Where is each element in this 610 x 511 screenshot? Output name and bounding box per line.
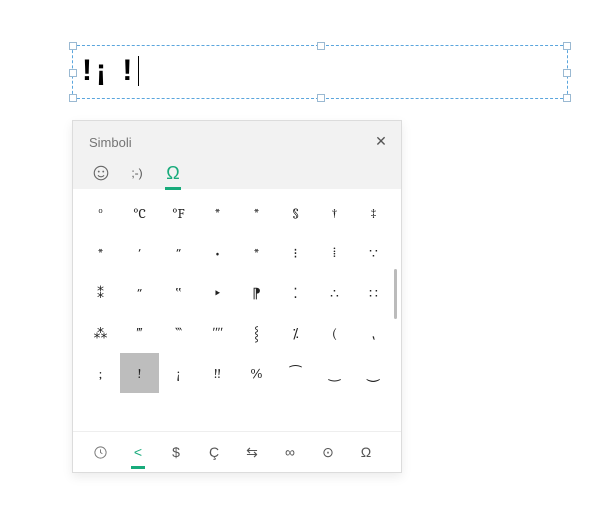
- symbol-cell[interactable]: *: [237, 233, 276, 273]
- symbol-cell[interactable]: ⁞: [315, 233, 354, 273]
- symbol-cell[interactable]: ‿: [315, 353, 354, 393]
- panel-header: Simboli ✕ ;-) Ω: [73, 121, 401, 189]
- symbol-cell[interactable]: (: [315, 313, 354, 353]
- symbol-cell[interactable]: °C: [120, 193, 159, 233]
- tab-symbols[interactable]: Ω: [155, 157, 191, 189]
- tab-emoji[interactable]: [83, 157, 119, 189]
- symbol-cell[interactable]: ⏝: [354, 353, 393, 393]
- close-icon: ✕: [375, 133, 387, 150]
- category-recent[interactable]: [81, 436, 119, 468]
- symbol-cell[interactable]: [276, 393, 315, 431]
- symbol-cell[interactable]: ⁝: [276, 233, 315, 273]
- symbol-cell[interactable]: •: [198, 233, 237, 273]
- symbol-grid: ᵒ°C°F**§†‡*′″•*⁝⁞∵⁑″‟‣⁋⁚∴∷⁂‴‷ʺʺ⸾⁒(⹁;!¡‼%…: [73, 189, 401, 431]
- symbol-cell[interactable]: ;: [81, 353, 120, 393]
- symbol-cell[interactable]: [81, 393, 120, 431]
- resize-handle[interactable]: [563, 94, 571, 102]
- category-item[interactable]: ⇆: [233, 436, 271, 468]
- symbol-cell[interactable]: ʺʺ: [198, 313, 237, 353]
- symbol-cell[interactable]: ‼: [198, 353, 237, 393]
- resize-handle[interactable]: [317, 94, 325, 102]
- symbol-cell[interactable]: [315, 393, 354, 431]
- resize-handle[interactable]: [69, 42, 77, 50]
- tab-kaomoji[interactable]: ;-): [119, 157, 155, 189]
- symbol-cell[interactable]: ″: [120, 273, 159, 313]
- resize-handle[interactable]: [563, 42, 571, 50]
- symbol-cell[interactable]: ∷: [354, 273, 393, 313]
- tab-bar: ;-) Ω: [83, 157, 191, 189]
- smiley-icon: [92, 164, 110, 182]
- category-item[interactable]: ∞: [271, 436, 309, 468]
- symbol-cell[interactable]: ¡: [159, 353, 198, 393]
- text-cursor: [138, 56, 139, 86]
- text-content[interactable]: !¡ !: [78, 54, 136, 88]
- symbol-cell[interactable]: ⁚: [276, 273, 315, 313]
- scrollbar[interactable]: [394, 269, 397, 319]
- symbol-cell[interactable]: ‣: [198, 273, 237, 313]
- symbol-cell[interactable]: ⁒: [276, 313, 315, 353]
- symbol-cell[interactable]: ⁂: [81, 313, 120, 353]
- symbol-cell[interactable]: ‷: [159, 313, 198, 353]
- symbol-cell[interactable]: ‴: [120, 313, 159, 353]
- resize-handle[interactable]: [69, 69, 77, 77]
- resize-handle[interactable]: [563, 69, 571, 77]
- symbol-cell[interactable]: !: [120, 353, 159, 393]
- symbol-cell[interactable]: ⸾: [237, 313, 276, 353]
- symbols-panel: Simboli ✕ ;-) Ω ᵒ°C°F**§†‡*′″•*⁝⁞∵⁑″‟‣⁋⁚…: [72, 120, 402, 473]
- clock-icon: [93, 445, 108, 460]
- symbol-cell[interactable]: *: [81, 233, 120, 273]
- category-item[interactable]: $: [157, 436, 195, 468]
- symbol-cell[interactable]: %: [237, 353, 276, 393]
- symbol-cell[interactable]: ‟: [159, 273, 198, 313]
- close-button[interactable]: ✕: [371, 131, 391, 151]
- resize-handle[interactable]: [69, 94, 77, 102]
- category-bar: <$Ç⇆∞⊙Ω: [73, 431, 401, 472]
- symbol-cell[interactable]: †: [315, 193, 354, 233]
- symbol-cell[interactable]: ∵: [354, 233, 393, 273]
- category-item[interactable]: Ω: [347, 436, 385, 468]
- symbol-cell[interactable]: *: [237, 193, 276, 233]
- symbol-cell[interactable]: ′: [120, 233, 159, 273]
- symbol-cell[interactable]: *: [198, 193, 237, 233]
- resize-handle[interactable]: [317, 42, 325, 50]
- symbol-cell[interactable]: [198, 393, 237, 431]
- symbol-cell[interactable]: ‡: [354, 193, 393, 233]
- symbol-cell[interactable]: ⹁: [354, 313, 393, 353]
- symbol-cell[interactable]: °F: [159, 193, 198, 233]
- symbol-cell[interactable]: ⁑: [81, 273, 120, 313]
- symbol-cell[interactable]: [159, 393, 198, 431]
- symbol-cell[interactable]: ᵒ: [81, 193, 120, 233]
- symbol-grid-scroll[interactable]: ᵒ°C°F**§†‡*′″•*⁝⁞∵⁑″‟‣⁋⁚∴∷⁂‴‷ʺʺ⸾⁒(⹁;!¡‼%…: [73, 189, 401, 431]
- panel-title: Simboli: [89, 135, 132, 150]
- category-item[interactable]: ⊙: [309, 436, 347, 468]
- symbol-cell[interactable]: ⁋: [237, 273, 276, 313]
- category-item[interactable]: Ç: [195, 436, 233, 468]
- symbol-cell[interactable]: §: [276, 193, 315, 233]
- symbol-cell[interactable]: [237, 393, 276, 431]
- symbol-cell[interactable]: ⁀: [276, 353, 315, 393]
- symbol-cell[interactable]: ∴: [315, 273, 354, 313]
- symbol-cell[interactable]: ″: [159, 233, 198, 273]
- symbol-cell[interactable]: [120, 393, 159, 431]
- symbol-cell[interactable]: [354, 393, 393, 431]
- category-item[interactable]: <: [119, 436, 157, 468]
- text-frame[interactable]: !¡ !: [72, 45, 568, 99]
